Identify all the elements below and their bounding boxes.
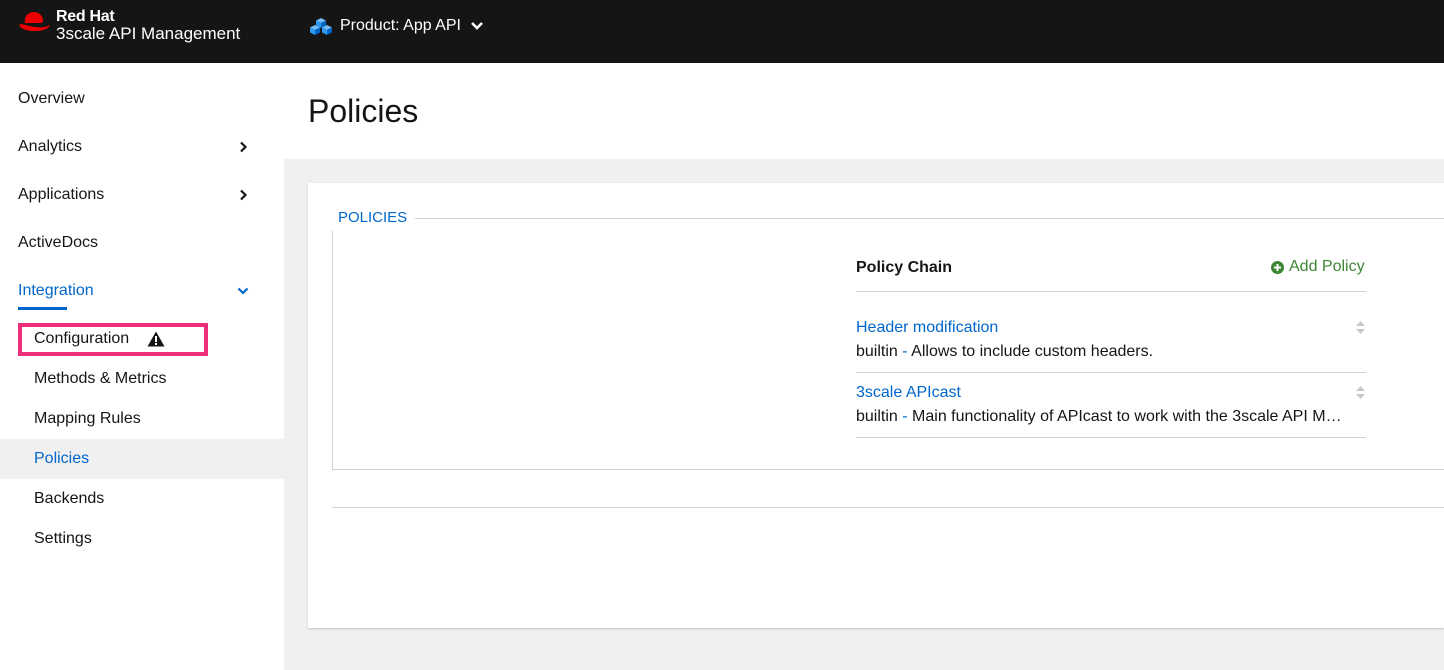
sidebar-item-label: Analytics — [18, 138, 83, 155]
policy-name-link[interactable]: Header modification — [856, 319, 998, 337]
sidebar-subitem-backends[interactable]: Backends — [0, 479, 284, 519]
red-hat-logo-icon — [19, 12, 50, 31]
active-indicator — [18, 307, 67, 310]
sidebar-item-label: Applications — [18, 186, 105, 203]
cubes-icon — [310, 18, 332, 35]
sidebar-subitem-label: Settings — [34, 530, 92, 547]
policy-separator: - — [902, 343, 908, 360]
sidebar-subitem-label: Backends — [34, 490, 105, 507]
policy-chain-title: Policy Chain — [856, 259, 953, 276]
policy-description-text: Main functionality of APIcast to work wi… — [912, 408, 1342, 425]
sidebar-item-label: ActiveDocs — [18, 234, 99, 251]
sidebar-subitem-mapping-rules[interactable]: Mapping Rules — [0, 399, 284, 439]
chevron-down-icon — [471, 22, 483, 30]
sidebar-subitem-label: Methods & Metrics — [34, 370, 167, 387]
sidebar-subitem-settings[interactable]: Settings — [0, 519, 284, 559]
sidebar-item-label: Integration — [18, 282, 94, 299]
brand-logo[interactable]: Red Hat 3scale API Management — [18, 8, 240, 42]
policy-name-link[interactable]: 3scale APIcast — [856, 384, 961, 402]
divider — [856, 291, 1366, 292]
sidebar-item-overview[interactable]: Overview — [0, 79, 284, 119]
sidebar-subitem-label: Policies — [34, 450, 90, 467]
drag-sort-icon[interactable] — [1355, 320, 1366, 335]
chevron-right-icon — [240, 141, 248, 153]
configuration-highlight — [18, 323, 208, 356]
chevron-down-icon — [237, 287, 249, 295]
drag-sort-icon[interactable] — [1355, 385, 1366, 400]
policy-chain-item[interactable]: 3scale APIcast builtin - Main functional… — [856, 384, 1366, 448]
sidebar-item-analytics[interactable]: Analytics — [0, 127, 284, 167]
policy-description: builtin - Allows to include custom heade… — [856, 343, 1342, 361]
sidebar-nav: Overview Analytics Applications ActiveDo… — [0, 63, 284, 670]
section-legend: POLICIES — [338, 209, 416, 226]
sidebar-item-integration[interactable]: Integration — [0, 271, 284, 311]
add-policy-button[interactable]: Add Policy — [1271, 258, 1365, 276]
page-title: Policies — [308, 93, 419, 129]
product-selector[interactable]: Product: App API — [310, 17, 484, 35]
fieldset-divider — [414, 218, 1444, 219]
brand-name: Red Hat — [56, 8, 115, 25]
chevron-right-icon — [240, 189, 248, 201]
policy-description-text: Allows to include custom headers. — [911, 343, 1154, 360]
add-policy-label: Add Policy — [1289, 258, 1365, 275]
product-label: Product: App API — [340, 17, 461, 34]
top-header: Red Hat 3scale API Management Product: A… — [0, 0, 1444, 63]
divider — [856, 437, 1366, 438]
policy-description: builtin - Main functionality of APIcast … — [856, 408, 1342, 426]
policy-source: builtin — [856, 408, 898, 425]
policy-chain-item[interactable]: Header modification builtin - Allows to … — [856, 319, 1366, 383]
sidebar-item-applications[interactable]: Applications — [0, 175, 284, 215]
page-header: Policies — [284, 63, 1444, 159]
sidebar-subitem-label: Mapping Rules — [34, 410, 141, 427]
divider — [856, 372, 1366, 373]
brand-product-name: 3scale API Management — [56, 24, 241, 43]
sidebar-subitem-methods-metrics[interactable]: Methods & Metrics — [0, 359, 284, 399]
policy-separator: - — [902, 408, 908, 425]
sidebar-subitem-policies[interactable]: Policies — [0, 439, 284, 479]
sidebar-item-activedocs[interactable]: ActiveDocs — [0, 223, 284, 263]
sidebar-item-label: Overview — [18, 90, 85, 107]
policies-card: POLICIES Policy Chain Add Policy Header … — [308, 183, 1444, 628]
policy-source: builtin — [856, 343, 898, 360]
section-divider — [332, 507, 1444, 508]
plus-circle-icon — [1271, 260, 1284, 274]
